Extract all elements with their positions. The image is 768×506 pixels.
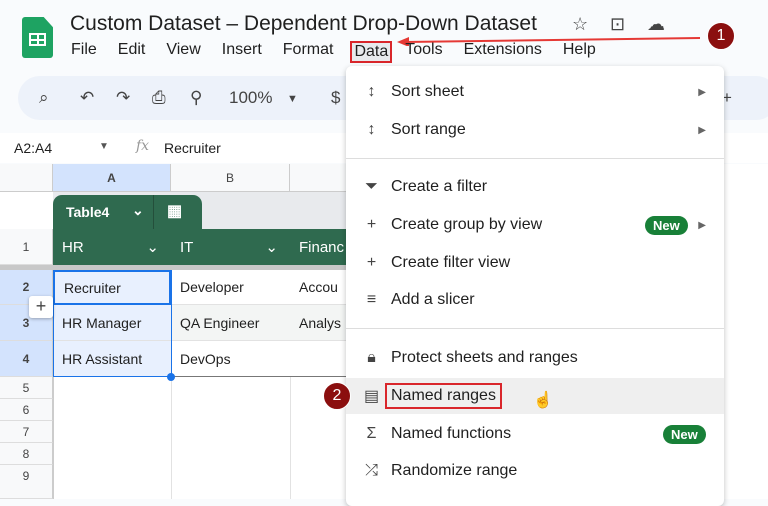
- table-name[interactable]: Table4: [66, 204, 109, 220]
- sort-icon: ↕: [346, 121, 391, 139]
- menu-view[interactable]: View: [166, 41, 200, 63]
- sheets-logo[interactable]: [22, 17, 53, 58]
- menu-item-sort-sheet[interactable]: ↕Sort sheet▶: [346, 74, 724, 110]
- table-header-it[interactable]: IT⌄: [171, 229, 290, 265]
- fill-handle[interactable]: [167, 373, 175, 381]
- menu-help[interactable]: Help: [563, 41, 596, 63]
- name-box-dropdown-icon[interactable]: ▼: [99, 141, 109, 152]
- row-header[interactable]: 9: [0, 465, 53, 499]
- table-header-finance[interactable]: Financ: [290, 229, 350, 265]
- chevron-down-icon: ⌄: [265, 238, 278, 256]
- name-box[interactable]: A2:A4: [14, 140, 52, 156]
- menu-item-randomize-range[interactable]: ⤮Randomize range: [346, 453, 724, 489]
- sort-icon: ↕: [346, 83, 391, 101]
- new-badge: New: [663, 425, 706, 444]
- column-header-c[interactable]: [290, 164, 350, 192]
- submenu-arrow-icon: ▶: [698, 125, 706, 136]
- new-badge: New: [645, 216, 688, 235]
- submenu-arrow-icon: ▶: [698, 220, 706, 231]
- table-header-hr[interactable]: HR⌄: [53, 229, 171, 265]
- row-header[interactable]: 7: [0, 421, 53, 443]
- column-header-b[interactable]: B: [171, 164, 290, 192]
- table-name-tab[interactable]: Table4 ⌄ ▦: [53, 195, 202, 229]
- menu-data[interactable]: Data: [350, 41, 392, 63]
- slicer-icon: ≡: [346, 291, 391, 309]
- menu-item-named-ranges[interactable]: ▤Named ranges☝: [346, 378, 724, 414]
- cell-c2[interactable]: Accou: [290, 270, 350, 305]
- menu-item-create-filter[interactable]: ⏷Create a filter: [346, 169, 724, 205]
- menu-insert[interactable]: Insert: [222, 41, 262, 63]
- redo-icon[interactable]: ↷: [116, 88, 130, 108]
- insert-row-button[interactable]: +: [29, 296, 53, 318]
- cell-c3[interactable]: Analys: [290, 305, 350, 341]
- hand-cursor-icon: ☝: [533, 390, 553, 410]
- column-header-a[interactable]: A: [53, 164, 171, 192]
- submenu-arrow-icon: ▶: [698, 87, 706, 98]
- menu-item-named-functions[interactable]: ΣNamed functionsNew: [346, 416, 724, 452]
- menu-bar: File Edit View Insert Format Data Tools …: [71, 41, 617, 63]
- zoom-dropdown-icon[interactable]: ▼: [287, 93, 298, 105]
- sigma-icon: Σ: [346, 425, 391, 443]
- select-all-corner[interactable]: [0, 164, 53, 192]
- search-icon[interactable]: ⌕: [39, 88, 49, 108]
- chevron-down-icon[interactable]: ⌄: [132, 202, 144, 219]
- undo-icon[interactable]: ↶: [80, 88, 94, 108]
- menu-item-add-slicer[interactable]: ≡Add a slicer: [346, 282, 724, 318]
- menu-item-create-group-by-view[interactable]: +Create group by viewNew▶: [346, 207, 724, 243]
- row-header[interactable]: 6: [0, 399, 53, 421]
- step-2-badge: 2: [323, 382, 351, 410]
- chevron-down-icon: ⌄: [146, 238, 159, 256]
- data-menu: ↕Sort sheet▶ ↕Sort range▶ ⏷Create a filt…: [346, 66, 724, 506]
- shuffle-icon: ⤮: [346, 462, 391, 480]
- selection-range: [53, 270, 172, 377]
- plus-icon: +: [346, 254, 391, 272]
- print-icon[interactable]: ⎙: [152, 88, 166, 108]
- cell-b4[interactable]: DevOps: [171, 341, 350, 377]
- step-1-badge: 1: [707, 22, 735, 50]
- menu-item-protect-sheets[interactable]: 🔒︎Protect sheets and ranges: [346, 340, 724, 376]
- table-calculator-icon[interactable]: ▦: [167, 201, 182, 221]
- menu-extensions[interactable]: Extensions: [464, 41, 542, 63]
- zoom-select[interactable]: 100%: [229, 88, 272, 108]
- lock-icon: 🔒︎: [346, 349, 391, 367]
- cell-b2[interactable]: Developer: [171, 270, 290, 305]
- paint-format-icon[interactable]: ⚲: [190, 88, 202, 108]
- row-header[interactable]: 8: [0, 443, 53, 465]
- row-header[interactable]: 5: [0, 377, 53, 399]
- formula-input[interactable]: Recruiter: [164, 140, 221, 156]
- currency-button[interactable]: $: [331, 88, 340, 108]
- menu-edit[interactable]: Edit: [118, 41, 146, 63]
- row-header[interactable]: 4: [0, 341, 53, 377]
- row-header[interactable]: 1: [0, 229, 53, 265]
- menu-item-create-filter-view[interactable]: +Create filter view: [346, 245, 724, 281]
- fx-icon: fx: [136, 138, 149, 154]
- menu-file[interactable]: File: [71, 41, 97, 63]
- menu-format[interactable]: Format: [283, 41, 334, 63]
- menu-item-sort-range[interactable]: ↕Sort range▶: [346, 112, 724, 148]
- filter-icon: ⏷: [346, 178, 391, 196]
- menu-tools[interactable]: Tools: [405, 41, 442, 63]
- plus-icon: +: [346, 216, 391, 234]
- cell-b3[interactable]: QA Engineer: [171, 305, 290, 341]
